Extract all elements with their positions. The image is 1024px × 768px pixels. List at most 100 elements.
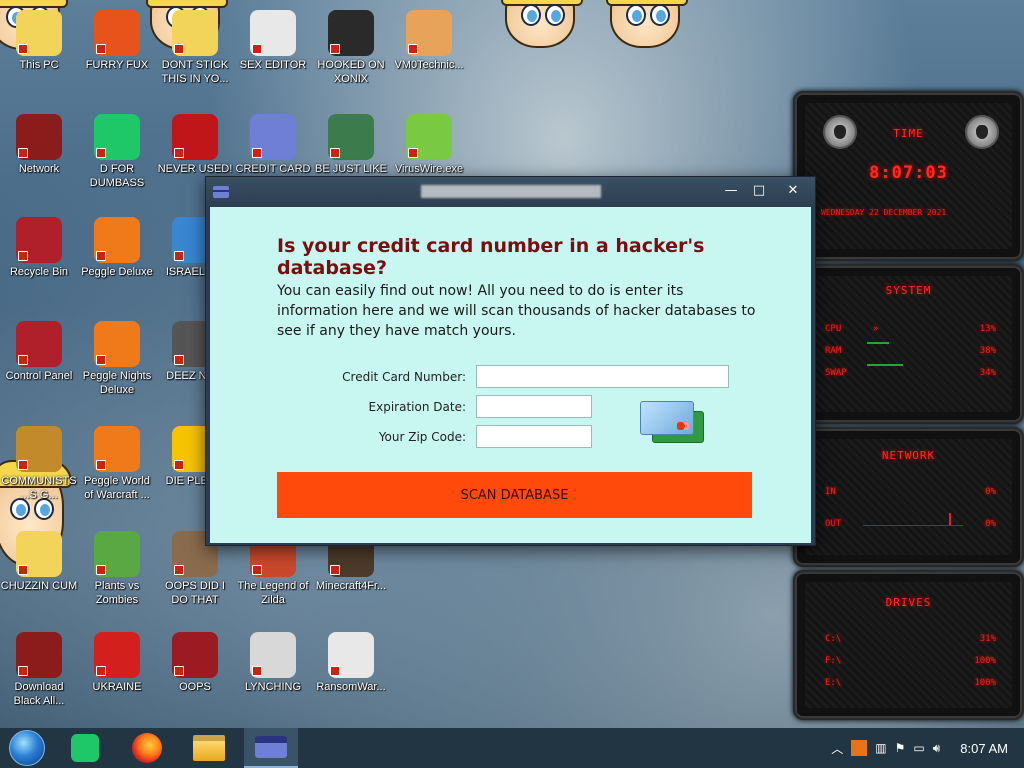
desktop-icon-label: Plants vs Zombies bbox=[94, 580, 140, 606]
money-bag-icon bbox=[16, 426, 62, 472]
minimize-button[interactable]: — bbox=[719, 181, 743, 201]
desktop-icon-label: NEVER USED! bbox=[157, 163, 233, 175]
shortcut-arrow-icon bbox=[18, 251, 28, 261]
firefox-style-icon bbox=[94, 10, 140, 56]
taskbar-clock[interactable]: 8:07 AM bbox=[960, 741, 1008, 756]
volume-icon[interactable]: 🔊︎ bbox=[933, 741, 941, 756]
shortcut-arrow-icon bbox=[408, 44, 418, 54]
desktop-icon[interactable]: LYNCHING bbox=[234, 632, 312, 694]
red-tile-icon bbox=[172, 632, 218, 678]
cpu-value: 13% bbox=[979, 324, 996, 334]
desktop-icon-label: DONT STICK THIS IN YO... bbox=[161, 59, 229, 85]
desktop-icon[interactable]: Peggle Nights Deluxe bbox=[78, 321, 156, 397]
close-button[interactable]: ✕ bbox=[781, 181, 805, 201]
taskbar-green-app[interactable] bbox=[58, 728, 112, 768]
start-button[interactable] bbox=[0, 728, 54, 768]
card-number-label: Credit Card Number: bbox=[342, 370, 466, 384]
system-title: SYSTEM bbox=[885, 284, 932, 297]
desktop-icon[interactable]: COMMUNISTS ...S G... bbox=[0, 426, 78, 502]
credit-card-icon bbox=[213, 186, 229, 198]
desktop-icon-label: OOPS bbox=[179, 681, 211, 693]
desktop-icon[interactable]: Peggle Deluxe bbox=[78, 217, 156, 279]
desktop-icon-label: Control Panel bbox=[5, 370, 73, 382]
desktop-icon[interactable]: VM0Technic... bbox=[390, 10, 468, 72]
show-hidden-icons-button[interactable]: ︿ bbox=[831, 740, 843, 757]
notification-app-icon[interactable] bbox=[851, 740, 868, 756]
drive-c-label: C:\ bbox=[825, 634, 842, 644]
desktop-icon-label: RansomWar... bbox=[316, 681, 386, 693]
maximize-button[interactable]: □ bbox=[747, 181, 771, 201]
desktop-icon[interactable]: SEX EDITOR bbox=[234, 10, 312, 72]
shortcut-arrow-icon bbox=[252, 148, 262, 158]
system-tray: ︿ ▥ ⚑ ▭ 🔊︎ 8:07 AM bbox=[831, 728, 1024, 768]
drives-title: DRIVES bbox=[885, 596, 932, 609]
desktop-icon[interactable]: RansomWar... bbox=[312, 632, 390, 694]
desktop-icon[interactable]: Network bbox=[0, 114, 78, 176]
window-titlebar[interactable]: — □ ✕ bbox=[206, 177, 815, 207]
network-tray-icon[interactable]: ▥ bbox=[875, 741, 886, 755]
taskbar-firefox[interactable] bbox=[120, 728, 174, 768]
desktop-icon[interactable]: FURRY FUX bbox=[78, 10, 156, 72]
desktop-icon[interactable]: Download Black All... bbox=[0, 632, 78, 708]
shortcut-arrow-icon bbox=[174, 251, 184, 261]
desktop-icon[interactable]: Plants vs Zombies bbox=[78, 531, 156, 607]
credit-cards-icon bbox=[640, 401, 706, 447]
this-pc-icon bbox=[16, 10, 62, 56]
shortcut-arrow-icon bbox=[96, 666, 106, 676]
desktop-icon[interactable]: DONT STICK THIS IN YO... bbox=[156, 10, 234, 86]
desktop-icon[interactable]: NEVER USED! bbox=[156, 114, 234, 176]
dialog-heading: Is your credit card number in a hacker's… bbox=[277, 235, 705, 279]
shortcut-arrow-icon bbox=[330, 666, 340, 676]
cartoon-face-image bbox=[606, 0, 688, 48]
hxd-editor-icon bbox=[250, 10, 296, 56]
display-icon[interactable]: ▭ bbox=[913, 741, 924, 755]
drives-panel: DRIVES C:\ 31% F:\ 100% E:\ 100% bbox=[793, 570, 1024, 720]
out-graph-line bbox=[863, 525, 963, 526]
desktop-icon-label: D FOR DUMBASS bbox=[89, 163, 145, 189]
cartoon-face-icon bbox=[172, 10, 218, 56]
desktop-icon-label: CHUZZIN CUM bbox=[0, 580, 78, 592]
taskbar-file-explorer[interactable] bbox=[182, 728, 236, 768]
desktop-icon[interactable]: OOPS bbox=[156, 632, 234, 694]
desktop-icon[interactable]: Control Panel bbox=[0, 321, 78, 383]
dialog-description: You can easily find out now! All you nee… bbox=[277, 283, 756, 339]
zip-code-input[interactable] bbox=[476, 425, 592, 448]
taskbar-credit-card-checker[interactable] bbox=[244, 728, 298, 768]
swap-value: 34% bbox=[979, 368, 996, 378]
desktop-icon-label: Peggle Deluxe bbox=[81, 266, 153, 278]
noose-icon bbox=[250, 632, 296, 678]
ram-value: 38% bbox=[979, 346, 996, 356]
desktop-icon-label: This PC bbox=[19, 59, 59, 71]
doctor-icon bbox=[406, 10, 452, 56]
desktop-icon-label: FURRY FUX bbox=[85, 59, 149, 71]
shortcut-arrow-icon bbox=[174, 44, 184, 54]
desktop-icon-label: UKRAINE bbox=[92, 681, 142, 693]
desktop-icon[interactable]: VirusWire.exe bbox=[390, 114, 468, 176]
alien-head-icon bbox=[823, 115, 857, 149]
scan-database-button[interactable]: SCAN DATABASE bbox=[277, 472, 752, 518]
card-number-input[interactable] bbox=[476, 365, 729, 388]
desktop-icon[interactable]: Recycle Bin bbox=[0, 217, 78, 279]
desktop-icon-label: The Legend of Zilda bbox=[237, 580, 309, 606]
desktop-icon[interactable]: HOOKED ON XONIX bbox=[312, 10, 390, 86]
shortcut-arrow-icon bbox=[174, 355, 184, 365]
desktop-icon[interactable]: Peggle World of Warcraft ... bbox=[78, 426, 156, 502]
out-graph-spike bbox=[949, 513, 951, 525]
shortcut-arrow-icon bbox=[330, 565, 340, 575]
time-value: 8:07:03 bbox=[869, 163, 948, 183]
desktop-icon[interactable]: D FOR DUMBASS bbox=[78, 114, 156, 190]
out-label: OUT bbox=[825, 519, 842, 529]
flag-icon[interactable]: ⚑ bbox=[895, 741, 906, 755]
radiation-icon bbox=[94, 632, 140, 678]
desktop-icon[interactable]: CHUZZIN CUM bbox=[0, 531, 78, 593]
out-value: 0% bbox=[985, 519, 996, 529]
elf-icon bbox=[328, 114, 374, 160]
desktop-icon-label: Network bbox=[18, 163, 60, 175]
date-value: WEDNESDAY 22 DECEMBER 2021 bbox=[821, 208, 947, 217]
network-title: NETWORK bbox=[881, 449, 936, 462]
desktop-icon[interactable]: This PC bbox=[0, 10, 78, 72]
shortcut-arrow-icon bbox=[18, 565, 28, 575]
shortcut-arrow-icon bbox=[330, 44, 340, 54]
expiration-date-input[interactable] bbox=[476, 395, 592, 418]
desktop-icon[interactable]: UKRAINE bbox=[78, 632, 156, 694]
